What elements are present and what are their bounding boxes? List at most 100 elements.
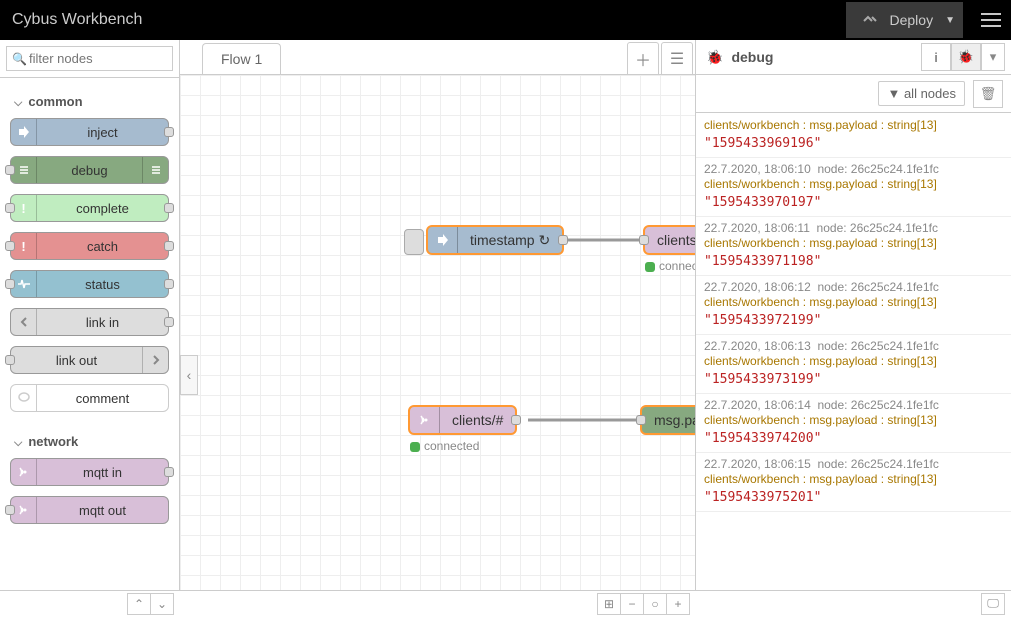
canvas-node-debug[interactable]: msg.payload [640,405,695,435]
canvas-node-mqttout[interactable]: clients/workbenchconnected [643,225,695,255]
debug-tab-button[interactable]: 🐞 [951,43,981,71]
palette-up-button[interactable]: ⌃ [127,593,151,615]
deploy-icon [862,12,880,28]
debug-timestamp: 22.7.2020, 18:06:11 node: 26c25c24.1fe1f… [704,221,1003,235]
node-label: debug [37,163,142,178]
debug-value: "1595433969196" [704,136,1003,151]
debug-topic: clients/workbench : msg.payload : string… [704,118,1003,132]
deploy-label: Deploy [890,12,934,28]
palette-node-mqttin[interactable]: mqtt in [10,458,169,486]
palette-node-mqttout[interactable]: mqtt out [10,496,169,524]
debug-messages[interactable]: clients/workbench : msg.payload : string… [696,113,1011,590]
node-label: clients/workbench [645,232,695,248]
debug-message[interactable]: 22.7.2020, 18:06:11 node: 26c25c24.1fe1f… [696,217,1011,276]
zoom-out-button[interactable]: − [620,593,644,615]
debug-timestamp: 22.7.2020, 18:06:14 node: 26c25c24.1fe1f… [704,398,1003,412]
debug-message[interactable]: 22.7.2020, 18:06:12 node: 26c25c24.1fe1f… [696,276,1011,335]
output-port[interactable] [511,415,521,425]
output-port[interactable] [164,127,174,137]
inject-trigger-button[interactable] [404,229,424,255]
filter-input[interactable] [6,46,173,71]
navigator-button[interactable]: ⊞ [597,593,621,615]
output-port[interactable] [164,467,174,477]
filter-button[interactable]: ▼ all nodes [878,81,965,106]
bug-icon: 🐞 [706,49,723,66]
palette-node-comment[interactable]: comment [10,384,169,412]
bars-icon [142,157,168,183]
output-port[interactable] [164,203,174,213]
deploy-button[interactable]: Deploy ▼ [846,2,964,38]
debug-value: "1595433971198" [704,254,1003,269]
zoom-reset-button[interactable]: ○ [643,593,667,615]
debug-message[interactable]: 22.7.2020, 18:06:13 node: 26c25c24.1fe1f… [696,335,1011,394]
node-label: complete [37,201,168,216]
link-icon [142,347,168,373]
debug-message[interactable]: clients/workbench : msg.payload : string… [696,113,1011,158]
debug-topic: clients/workbench : msg.payload : string… [704,236,1003,250]
input-port[interactable] [639,235,649,245]
node-label: link in [37,315,168,330]
zoom-in-button[interactable]: + [666,593,690,615]
output-port[interactable] [164,241,174,251]
sidebar-dropdown-button[interactable]: ▾ [981,43,1005,71]
node-label: link out [11,353,142,368]
radio-icon [410,407,440,433]
list-tabs-button[interactable]: ☰ [661,42,693,74]
debug-message[interactable]: 22.7.2020, 18:06:10 node: 26c25c24.1fe1f… [696,158,1011,217]
output-port[interactable] [164,279,174,289]
workspace: Flow 1 ＋ ☰ ‹ timestamp ↻ clients/workbenc… [180,40,696,590]
menu-button[interactable] [971,0,1011,40]
arrow-icon [11,119,37,145]
palette-node-inject[interactable]: inject [10,118,169,146]
node-label: timestamp ↻ [458,232,562,249]
output-port[interactable] [558,235,568,245]
chevron-down-icon: ▼ [945,15,955,26]
canvas-node-mqttin[interactable]: clients/#connected [408,405,517,435]
input-port[interactable] [5,505,15,515]
palette-search: 🔍 [0,40,179,78]
palette-node-linkin[interactable]: link in [10,308,169,336]
debug-topic: clients/workbench : msg.payload : string… [704,413,1003,427]
palette-down-button[interactable]: ⌄ [150,593,174,615]
debug-value: "1595433974200" [704,431,1003,446]
debug-message[interactable]: 22.7.2020, 18:06:14 node: 26c25c24.1fe1f… [696,394,1011,453]
tab-flow[interactable]: Flow 1 [202,43,281,74]
debug-value: "1595433970197" [704,195,1003,210]
node-label: clients/# [440,412,515,428]
clear-debug-button[interactable]: 🗑 [973,80,1003,108]
input-port[interactable] [5,279,15,289]
node-label: msg.payload [642,412,695,428]
canvas[interactable]: timestamp ↻clients/workbenchconnectedcli… [180,75,695,590]
palette-category[interactable]: network [10,422,169,458]
debug-topic: clients/workbench : msg.payload : string… [704,177,1003,191]
debug-value: "1595433975201" [704,490,1003,505]
debug-message[interactable]: 22.7.2020, 18:06:15 node: 26c25c24.1fe1f… [696,453,1011,512]
input-port[interactable] [636,415,646,425]
collapse-palette-button[interactable]: ‹ [180,355,198,395]
wire [528,415,640,425]
palette-node-debug[interactable]: debug [10,156,169,184]
add-tab-button[interactable]: ＋ [627,42,659,74]
info-tab-button[interactable]: i [921,43,951,71]
debug-timestamp: 22.7.2020, 18:06:15 node: 26c25c24.1fe1f… [704,457,1003,471]
palette-node-catch[interactable]: !catch [10,232,169,260]
debug-timestamp: 22.7.2020, 18:06:10 node: 26c25c24.1fe1f… [704,162,1003,176]
palette-node-linkout[interactable]: link out [10,346,169,374]
canvas-node-inject[interactable]: timestamp ↻ [426,225,564,255]
node-status: connected [410,439,479,453]
input-port[interactable] [5,241,15,251]
input-port[interactable] [5,165,15,175]
tab-bar: Flow 1 ＋ ☰ [180,40,695,75]
wire [566,235,643,245]
debug-timestamp: 22.7.2020, 18:06:13 node: 26c25c24.1fe1f… [704,339,1003,353]
input-port[interactable] [5,203,15,213]
debug-value: "1595433973199" [704,372,1003,387]
sidebar-toggle-button[interactable]: 🖵 [981,593,1005,615]
output-port[interactable] [164,317,174,327]
palette-category[interactable]: common [10,82,169,118]
palette-node-status[interactable]: status [10,270,169,298]
palette-node-complete[interactable]: !complete [10,194,169,222]
node-label: mqtt in [37,465,168,480]
input-port[interactable] [5,355,15,365]
node-label: catch [37,239,168,254]
